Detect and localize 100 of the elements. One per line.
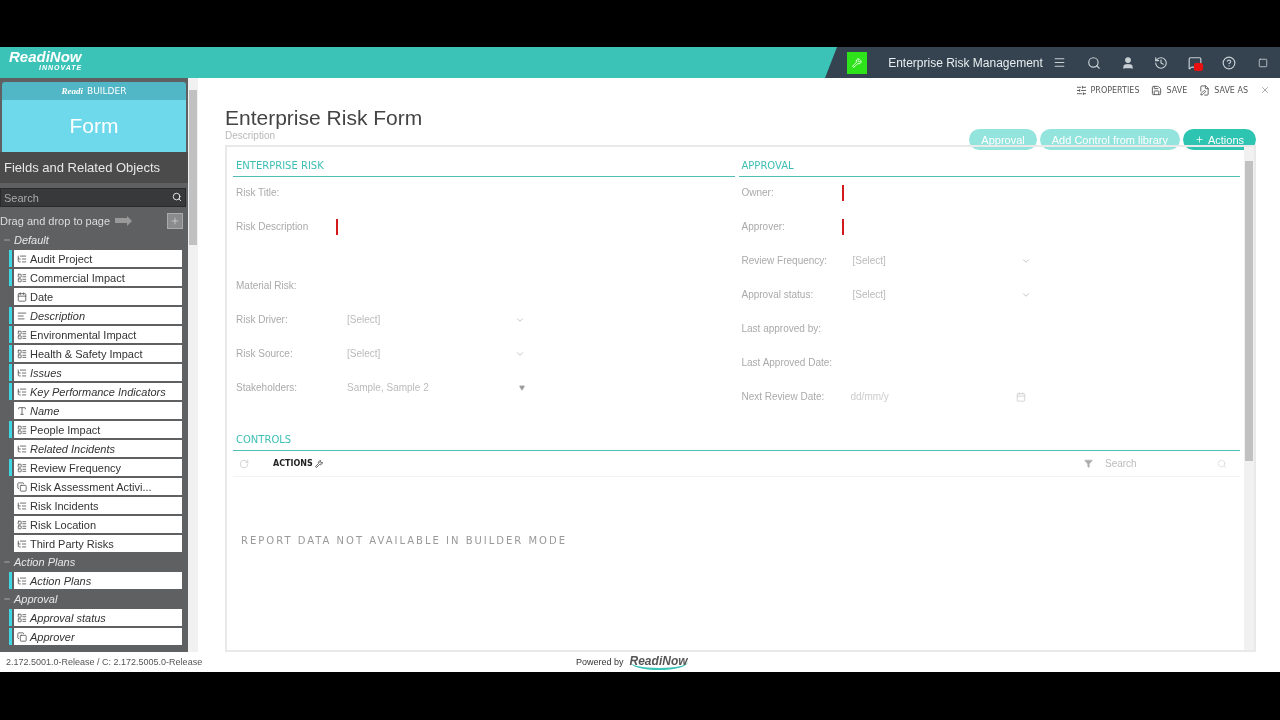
properties-icon — [1075, 84, 1087, 96]
field-item[interactable]: Health & Safety Impact — [14, 345, 182, 362]
field-item[interactable]: Related Incidents — [14, 440, 182, 457]
copy-icon — [17, 481, 27, 492]
field-item[interactable]: Environmental Impact — [14, 326, 182, 343]
toolbar-button[interactable]: PROPERTIES — [1075, 84, 1140, 96]
field-item[interactable]: Description — [14, 307, 182, 324]
field-label: Last approved by: — [741, 323, 822, 334]
add-button[interactable] — [167, 213, 183, 229]
search-field[interactable]: Search — [0, 188, 186, 207]
calendar-icon — [17, 291, 27, 302]
collapse-toggle[interactable] — [3, 236, 11, 244]
form-title: Enterprise Risk Form — [225, 106, 423, 130]
list-icon — [17, 519, 27, 530]
maximize-icon[interactable] — [1258, 57, 1269, 68]
list-icon — [17, 424, 27, 435]
field-label: Last Approved Date: — [741, 357, 834, 368]
refresh-icon[interactable] — [239, 458, 249, 469]
field-label: Next Review Date: — [741, 391, 826, 402]
scrollbar[interactable] — [1244, 147, 1254, 650]
filter-icon[interactable] — [1084, 459, 1093, 468]
field-item[interactable]: People Impact — [14, 421, 182, 438]
plus-icon — [1194, 135, 1204, 144]
actions-menu[interactable]: ACTIONS — [273, 459, 323, 468]
list-icon — [17, 272, 27, 283]
group-name[interactable]: Default — [14, 234, 49, 246]
field-label: Risk Description — [236, 221, 310, 232]
brand-name: Readi — [61, 86, 84, 96]
brand-suffix: BUILDER — [87, 86, 127, 96]
section-title: ENTERPRISE RISK — [233, 155, 735, 177]
field-item[interactable]: Review Frequency — [14, 459, 182, 476]
field-label: Material Risk: — [236, 280, 298, 291]
list-tree-icon — [17, 538, 27, 549]
drag-icon — [115, 215, 134, 227]
save-as-icon — [1199, 84, 1211, 96]
list-icon — [17, 329, 27, 340]
field-item[interactable]: Risk Location — [14, 516, 182, 533]
text-lines-icon — [17, 310, 27, 321]
field-item[interactable]: Third Party Risks — [14, 535, 182, 552]
field-label: Approver: — [741, 221, 786, 232]
field-item[interactable]: Approver — [14, 628, 182, 645]
field-item[interactable]: Risk Incidents — [14, 497, 182, 514]
field-item[interactable]: Date — [14, 288, 182, 305]
toolbar-button[interactable]: SAVE — [1151, 84, 1188, 96]
field-label: Risk Title: — [236, 187, 281, 198]
list-tree-icon — [17, 443, 27, 454]
collapse-toggle[interactable] — [3, 595, 11, 603]
list-icon — [17, 462, 27, 473]
scrollbar[interactable] — [188, 78, 198, 652]
collapse-toggle[interactable] — [3, 558, 11, 566]
group-name[interactable]: Action Plans — [14, 556, 76, 568]
field-label: Stakeholders: — [236, 382, 299, 393]
group-name[interactable]: Approval — [14, 593, 58, 605]
help-icon[interactable] — [1222, 55, 1237, 70]
field-item[interactable]: Issues — [14, 364, 182, 381]
drag-hint: Drag and drop to page — [0, 215, 111, 227]
search-icon[interactable] — [1086, 55, 1101, 70]
mode-title: Form — [2, 100, 186, 152]
section-title: CONTROLS — [233, 429, 1240, 451]
footer-logo: ReadiNow — [629, 654, 688, 670]
field-item[interactable]: Name — [14, 402, 182, 419]
message-icon[interactable] — [1188, 55, 1203, 70]
panel-title: Fields and Related Objects — [0, 152, 188, 183]
list-tree-icon — [17, 386, 27, 397]
list-tree-icon — [17, 253, 27, 264]
copy-icon — [17, 631, 27, 642]
empty-message: REPORT DATA NOT AVAILABLE IN BUILDER MODE — [241, 535, 568, 546]
user-icon[interactable] — [1120, 55, 1135, 70]
field-item[interactable]: Action Plans — [14, 572, 182, 589]
wrench-icon — [314, 459, 323, 468]
field-item[interactable]: Audit Project — [14, 250, 182, 267]
list-tree-icon — [17, 575, 27, 586]
list-tree-icon — [17, 500, 27, 511]
list-tree-icon — [17, 367, 27, 378]
field-label: Risk Driver: — [236, 314, 289, 325]
list-icon — [17, 612, 27, 623]
field-label: Risk Source: — [236, 348, 294, 359]
plus-icon — [170, 216, 180, 226]
field-item[interactable]: Approval status — [14, 609, 182, 626]
powered-by-text: Powered by — [576, 657, 624, 667]
notification-badge — [1194, 62, 1204, 71]
wrench-icon[interactable] — [847, 51, 868, 74]
history-icon[interactable] — [1154, 55, 1169, 70]
field-item[interactable]: Risk Assessment Activi... — [14, 478, 182, 495]
field-label: Approval status: — [741, 289, 815, 300]
app-name[interactable]: Enterprise Risk Management — [888, 55, 1043, 70]
field-label: Owner: — [741, 187, 775, 198]
field-item[interactable]: Commercial Impact — [14, 269, 182, 286]
close-icon[interactable] — [1260, 85, 1270, 95]
toolbar-button[interactable]: SAVE AS — [1199, 84, 1248, 96]
field-label: Review Frequency: — [741, 255, 829, 266]
dropdown-triangle-icon — [519, 384, 525, 391]
field-item[interactable]: Key Performance Indicators — [14, 383, 182, 400]
calendar-icon[interactable] — [1015, 391, 1026, 402]
section-title: APPROVAL — [738, 155, 1240, 177]
menu-icon[interactable] — [1053, 56, 1067, 69]
search-icon[interactable] — [172, 192, 182, 202]
version-text: 2.172.5001.0-Release / C: 2.172.5005.0-Release — [5, 657, 204, 667]
list-icon — [17, 348, 27, 359]
logo: ReadiNow — [9, 49, 83, 64]
